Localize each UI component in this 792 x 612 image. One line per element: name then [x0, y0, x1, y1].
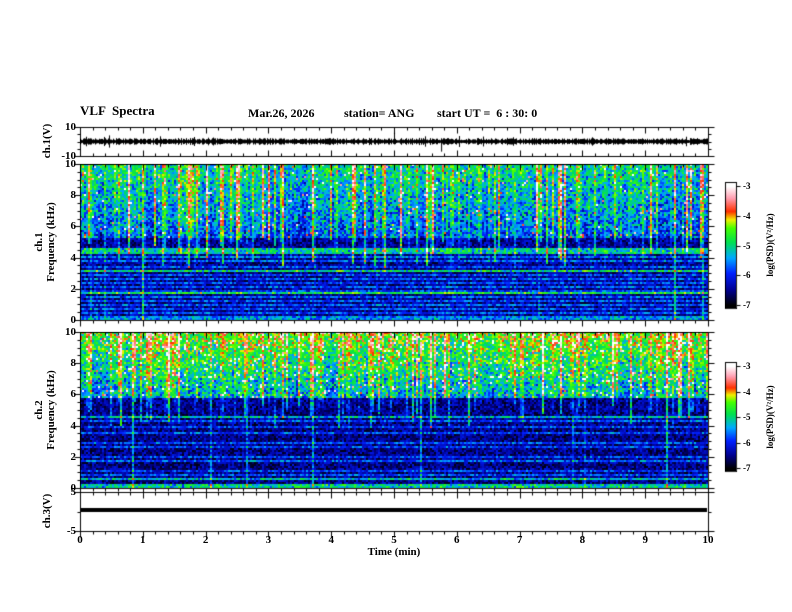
colorbar-1-tick-label: -6: [743, 270, 751, 281]
ch2-freq-tick-label: 6: [70, 388, 77, 401]
ch2-freq-axis-title: ch.2 Frequency (kHz): [33, 370, 57, 450]
colorbar-1-title: log(PSD)(V²/Hz): [765, 213, 775, 277]
time-tick-label: 8: [579, 534, 586, 546]
time-tick-label: 3: [265, 534, 272, 546]
ch1-freq-tick-label: 4: [70, 251, 77, 264]
ch1-freq-tick-label: 8: [70, 189, 77, 202]
ch2-freq-tick-label: 4: [70, 419, 77, 432]
ch3-volts-tick-label: -5: [66, 525, 76, 537]
ch2-freq-tick-label: 10: [65, 326, 76, 338]
time-tick-label: 0: [77, 534, 83, 546]
ch1-volts-axis-title: ch.1(V): [41, 123, 53, 159]
ch1-freq-tick-label: 10: [65, 158, 76, 170]
plot-title: VLF Spectra: [80, 103, 155, 118]
ch1-freq-axis-title-line2: Frequency (kHz): [45, 202, 57, 282]
colorbar-1-tick-label: -7: [743, 300, 751, 310]
colorbar-2-tick-label: -5: [743, 412, 751, 422]
colorbar-2-tick-label: -4: [743, 386, 751, 397]
axes-overlay-canvas: [0, 0, 792, 612]
ch2-freq-tick-label: 8: [70, 357, 77, 370]
time-tick-label: 6: [454, 534, 460, 546]
vlf-spectra-figure: VLF Spectra Mar.26, 2026 station= ANG st…: [0, 0, 792, 612]
time-tick-label: 4: [328, 534, 334, 546]
ch2-freq-axis-title-line1: ch.2: [33, 400, 45, 420]
ch2-freq-axis-title-line2: Frequency (kHz): [45, 370, 57, 450]
colorbar-1-tick-label: -4: [743, 210, 751, 221]
start-ut-label: start UT = 6 : 30: 0: [437, 106, 538, 120]
time-axis-title: Time (min): [367, 546, 421, 558]
ch2-freq-tick-label: 2: [70, 450, 77, 463]
colorbar-1-tick-label: -3: [743, 181, 751, 191]
ch1-freq-tick-label: 2: [70, 282, 77, 295]
ch3-volts-tick-label: 5: [70, 486, 77, 498]
time-tick-label: 2: [202, 534, 209, 546]
ch1-freq-tick-label: 0: [70, 314, 77, 326]
time-tick-label: 7: [516, 534, 523, 546]
colorbar-2-tick-label: -6: [743, 437, 751, 448]
colorbar-1-tick-label: -5: [743, 240, 751, 251]
date-label: Mar.26, 2026: [248, 106, 315, 120]
colorbar-2-title: log(PSD)(V²/Hz): [765, 385, 775, 449]
time-tick-label: 10: [702, 534, 714, 546]
time-tick-label: 5: [391, 534, 397, 546]
ch1-freq-axis-title: ch.1 Frequency (kHz): [33, 202, 57, 282]
station-label: station= ANG: [344, 106, 415, 120]
ch3-volts-axis-title: ch.3(V): [41, 493, 53, 529]
time-tick-label: 9: [642, 534, 648, 546]
ch1-volts-tick-label: 10: [65, 121, 76, 133]
colorbar-2-tick-label: -7: [743, 463, 751, 473]
ch1-freq-axis-title-line1: ch.1: [33, 232, 45, 252]
time-tick-label: 1: [140, 534, 146, 546]
ch1-freq-tick-label: 6: [70, 220, 77, 233]
colorbar-2-tick-label: -3: [743, 361, 751, 371]
